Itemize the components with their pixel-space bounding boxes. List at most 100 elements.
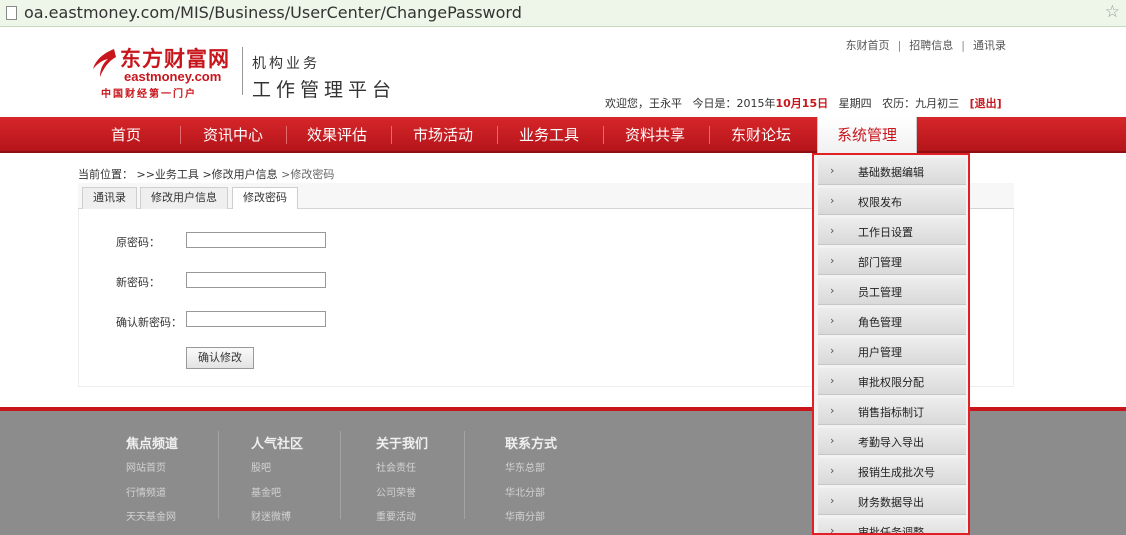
chevron-right-icon: ›	[830, 344, 835, 357]
today-year: 2015年	[736, 97, 776, 110]
old-password-field[interactable]	[186, 232, 326, 248]
dropdown-item-permission-publish[interactable]: › 权限发布	[818, 188, 966, 215]
dropdown-item-label: 审批任务调整	[858, 526, 924, 535]
confirm-change-button[interactable]: 确认修改	[186, 347, 254, 369]
footer-link[interactable]: 重要活动	[376, 508, 416, 523]
footer-link[interactable]: 财迷微博	[251, 508, 291, 523]
new-password-label: 新密码：	[116, 276, 160, 289]
breadcrumb: 当前位置： >>业务工具 >修改用户信息 >修改密码	[78, 166, 334, 182]
chevron-right-icon: ›	[830, 254, 835, 267]
dropdown-item-employee[interactable]: › 员工管理	[818, 278, 966, 305]
dropdown-item-label: 审批权限分配	[858, 376, 924, 389]
top-link-jobs[interactable]: 招聘信息	[909, 39, 953, 52]
footer-link[interactable]: 天天基金网	[126, 508, 176, 523]
top-link-contacts[interactable]: 通讯录	[973, 39, 1006, 52]
dropdown-item-role[interactable]: › 角色管理	[818, 308, 966, 335]
nav-divider	[286, 126, 287, 144]
chevron-right-icon: ›	[830, 224, 835, 237]
footer-link[interactable]: 华北分部	[505, 484, 545, 499]
nav-evaluation[interactable]: 效果评估	[294, 117, 380, 153]
top-links: 东财首页 | 招聘信息 | 通讯录	[846, 37, 1006, 53]
site-header: 东方财富网 eastmoney.com 中国财经第一门户 机构业务 工作管理平台…	[0, 27, 1126, 117]
footer-link[interactable]: 公司荣誉	[376, 484, 416, 499]
dropdown-item-label: 工作日设置	[858, 226, 913, 239]
footer-column-title: 人气社区	[251, 437, 304, 452]
nav-divider	[391, 126, 392, 144]
chevron-right-icon: ›	[830, 464, 835, 477]
dropdown-item-expense-batch[interactable]: › 报销生成批次号	[818, 458, 966, 485]
breadcrumb-item[interactable]: >修改用户信息	[202, 168, 277, 181]
main-nav: 首页 资讯中心 效果评估 市场活动 业务工具 资料共享 东财论坛 系统管理	[0, 117, 1126, 153]
dropdown-item-label: 员工管理	[858, 286, 902, 299]
footer-column-title: 焦点频道	[126, 437, 179, 452]
dropdown-item-approval-permission[interactable]: › 审批权限分配	[818, 368, 966, 395]
confirm-password-label: 确认新密码：	[116, 316, 182, 329]
footer-link[interactable]: 行情频道	[126, 484, 166, 499]
chevron-right-icon: ›	[830, 524, 835, 535]
chevron-right-icon: ›	[830, 404, 835, 417]
nav-divider	[603, 126, 604, 144]
user-name: 王永平	[649, 97, 682, 110]
nav-home[interactable]: 首页	[98, 117, 154, 153]
dropdown-item-label: 财务数据导出	[858, 496, 924, 509]
dropdown-item-sales-target[interactable]: › 销售指标制订	[818, 398, 966, 425]
nav-divider	[497, 126, 498, 144]
nav-system-admin[interactable]: 系统管理	[817, 117, 917, 153]
dropdown-item-base-data[interactable]: › 基础数据编辑	[818, 158, 966, 185]
today-label: 今日是：	[692, 97, 737, 110]
nav-news[interactable]: 资讯中心	[190, 117, 276, 153]
dropdown-item-finance-export[interactable]: › 财务数据导出	[818, 488, 966, 515]
system-admin-dropdown: › 基础数据编辑 › 权限发布 › 工作日设置 › 部门管理 › 员工管理 › 角色管理 ›…	[812, 153, 970, 535]
footer-column-title: 关于我们	[376, 437, 429, 452]
dropdown-item-department[interactable]: › 部门管理	[818, 248, 966, 275]
today-date: 10月15日	[775, 97, 829, 110]
footer-link[interactable]: 华南分部	[505, 508, 545, 523]
dropdown-item-label: 部门管理	[858, 256, 902, 269]
welcome-bar: 欢迎您，王永平 今日是：2015年10月15日 星期四 农历：九月初三 [退出]	[605, 95, 1002, 111]
divider: |	[961, 39, 965, 52]
nav-marketing[interactable]: 市场活动	[400, 117, 486, 153]
nav-tools[interactable]: 业务工具	[506, 117, 592, 153]
breadcrumb-label: 当前位置：	[78, 168, 133, 181]
nav-forum[interactable]: 东财论坛	[718, 117, 804, 153]
page-icon	[6, 6, 17, 20]
dropdown-item-workday-settings[interactable]: › 工作日设置	[818, 218, 966, 245]
tab-change-password[interactable]: 修改密码	[232, 187, 298, 210]
dropdown-item-attendance-io[interactable]: › 考勤导入导出	[818, 428, 966, 455]
breadcrumb-item[interactable]: >>业务工具	[137, 168, 199, 181]
footer-link[interactable]: 华东总部	[505, 459, 545, 474]
footer-link[interactable]: 网站首页	[126, 459, 166, 474]
top-link-home[interactable]: 东财首页	[846, 39, 890, 52]
chevron-right-icon: ›	[830, 314, 835, 327]
nav-divider	[180, 126, 181, 144]
nav-divider	[709, 126, 710, 144]
dropdown-item-label: 基础数据编辑	[858, 166, 924, 179]
confirm-password-field[interactable]	[186, 311, 326, 327]
bookmark-star-icon[interactable]: ☆	[1105, 2, 1120, 22]
chevron-right-icon: ›	[830, 434, 835, 447]
logo-slogan: 中国财经第一门户	[101, 89, 197, 100]
dropdown-item-label: 角色管理	[858, 316, 902, 329]
footer-column-title: 联系方式	[505, 437, 558, 452]
platform-title: 工作管理平台	[252, 79, 397, 101]
dropdown-item-label: 用户管理	[858, 346, 902, 359]
tab-contacts[interactable]: 通讯录	[82, 187, 137, 209]
logout-link[interactable]: [退出]	[970, 97, 1002, 110]
browser-address-bar[interactable]: oa.eastmoney.com/MIS/Business/UserCenter…	[0, 0, 1126, 27]
tab-edit-user-info[interactable]: 修改用户信息	[140, 187, 228, 209]
footer-link[interactable]: 基金吧	[251, 484, 281, 499]
lunar-date: 农历：九月初三	[882, 97, 960, 110]
footer-divider	[464, 431, 465, 519]
chevron-right-icon: ›	[830, 374, 835, 387]
breadcrumb-current: >修改密码	[281, 168, 335, 181]
old-password-label: 原密码：	[116, 236, 160, 249]
footer-divider	[218, 431, 219, 519]
dropdown-item-approval-task[interactable]: › 审批任务调整	[818, 518, 966, 535]
url-text[interactable]: oa.eastmoney.com/MIS/Business/UserCenter…	[24, 3, 522, 22]
footer-link[interactable]: 社会责任	[376, 459, 416, 474]
dropdown-item-user[interactable]: › 用户管理	[818, 338, 966, 365]
footer-link[interactable]: 股吧	[251, 459, 271, 474]
new-password-field[interactable]	[186, 272, 326, 288]
nav-resources[interactable]: 资料共享	[612, 117, 698, 153]
chevron-right-icon: ›	[830, 494, 835, 507]
